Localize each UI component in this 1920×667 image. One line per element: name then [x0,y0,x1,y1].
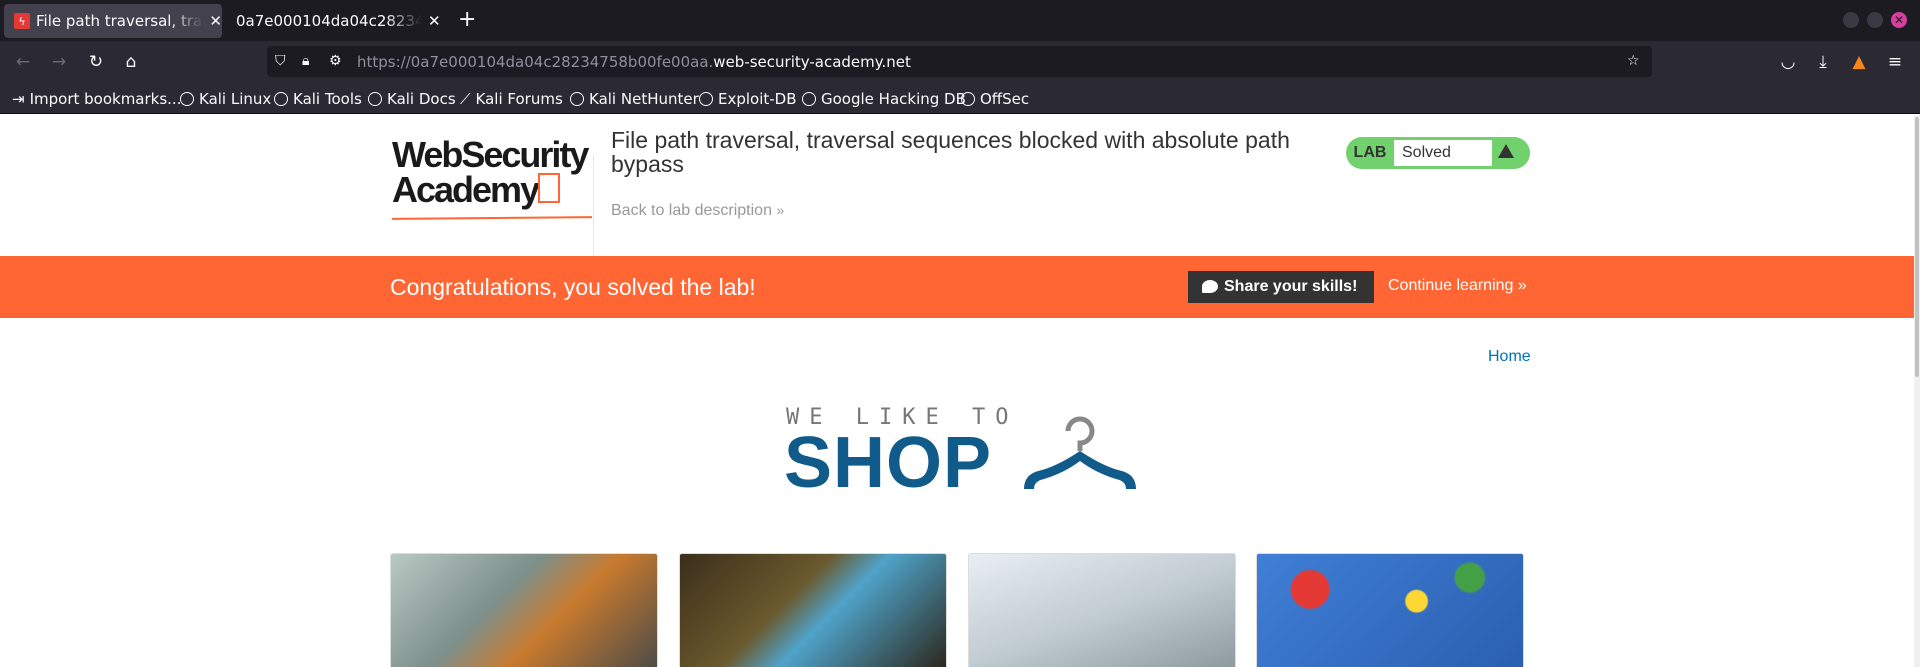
menu-icon[interactable]: ≡ [1884,51,1906,73]
lab-status-widget: LAB Solved [1346,137,1530,169]
maximize-window-icon[interactable] [1867,12,1883,28]
web-page: WebSecurity Academy File path traversal,… [0,115,1920,667]
header-divider [593,155,594,265]
globe-icon [570,92,584,106]
bookmark-kali-nethunter[interactable]: Kali NetHunter [570,90,699,108]
continue-learning-link[interactable]: Continue learning » [1388,276,1527,296]
product-image-hologram[interactable] [679,553,947,667]
logo-bolt-icon [538,173,560,203]
share-skills-button[interactable]: Share your skills! [1188,271,1374,303]
page-scrollbar[interactable] [1914,115,1920,667]
metamask-extension-icon[interactable]: ▲ [1848,51,1870,73]
shop-name: SHOP [784,423,993,503]
bookmark-kali-linux[interactable]: Kali Linux [180,90,271,108]
globe-icon [699,92,713,106]
import-icon: ⇥ [12,90,25,108]
product-image-balloons[interactable] [1256,553,1524,667]
globe-icon [180,92,194,106]
lab-title: File path traversal, traversal sequences… [611,127,1290,177]
permissions-icon[interactable]: ⚙ [329,51,342,71]
forward-arrow-icon[interactable]: → [48,51,70,73]
globe-icon [802,92,816,106]
hanger-icon [1024,416,1136,489]
logo-line2: Academy [392,169,540,210]
lab-tag: LAB [1353,144,1387,161]
address-bar[interactable]: ⛉ 🔒︎ ⚙ https://0a7e000104da04c28234758b0… [267,46,1652,77]
close-tab-icon[interactable]: ✕ [209,12,222,30]
globe-icon [368,92,382,106]
lab-status-text: Solved [1394,140,1492,166]
congratulations-message: Congratulations, you solved the lab! [390,274,756,300]
new-tab-icon[interactable]: + [458,8,476,32]
bookmark-google-hacking-db[interactable]: Google Hacking DB [802,90,966,108]
shop-logo: WE LIKE TO SHOP [780,405,1150,505]
web-security-academy-logo[interactable]: WebSecurity Academy [391,135,593,225]
scrollbar-thumb[interactable] [1915,117,1919,377]
bookmark-kali-tools[interactable]: Kali Tools [274,90,362,108]
flask-icon [1498,144,1514,158]
bookmark-offsec[interactable]: OffSec [961,90,1029,108]
portswigger-favicon-icon: ϟ [14,13,30,29]
bookmark-kali-forums[interactable]: ⟋ Kali Forums [460,90,563,108]
browser-nav-bar: ← → ↻ ⌂ ⛉ 🔒︎ ⚙ https://0a7e000104da04c28… [0,41,1920,84]
bookmark-exploit-db[interactable]: Exploit-DB [699,90,797,108]
tab-title: 0a7e000104da04c28234758b00fe00aa.web-sec… [236,12,422,30]
logo-underline [391,216,593,220]
browser-tab-bar: ϟ File path traversal, traversal sequenc… [0,0,1920,41]
product-image-robot[interactable] [390,553,658,667]
url-text[interactable]: https://0a7e000104da04c28234758b00fe00aa… [357,52,911,72]
tab-site[interactable]: 0a7e000104da04c28234758b00fe00aa.web-sec… [228,4,450,38]
tab-title: File path traversal, traversal sequences… [36,12,203,30]
home-link[interactable]: Home [1488,348,1531,366]
minimize-window-icon[interactable] [1843,12,1859,28]
downloads-icon[interactable]: ⤓ [1812,51,1834,73]
shield-icon[interactable]: ⛉ [275,51,286,71]
bookmark-import[interactable]: ⇥ Import bookmarks... [12,90,181,108]
back-to-lab-description-link[interactable]: Back to lab description » [611,202,784,220]
bookmarks-toolbar: ⇥ Import bookmarks... Kali Linux Kali Too… [0,84,1920,114]
back-arrow-icon[interactable]: ← [12,51,34,73]
globe-icon [274,92,288,106]
product-image-snow-trees[interactable] [968,553,1236,667]
bookmark-kali-docs[interactable]: Kali Docs [368,90,456,108]
lock-icon[interactable]: 🔒︎ [302,51,309,71]
home-icon[interactable]: ⌂ [120,51,142,73]
tab-lab[interactable]: ϟ File path traversal, traversal sequenc… [4,4,222,38]
reload-icon[interactable]: ↻ [85,51,107,73]
pocket-icon[interactable]: ◡ [1777,51,1799,73]
double-chevron-right-icon: » [1517,277,1527,294]
double-chevron-right-icon: » [776,202,785,218]
kali-dragon-icon: ⟋ [460,90,471,108]
twitter-icon [1202,280,1218,293]
globe-icon [961,92,975,106]
close-tab-icon[interactable]: ✕ [428,12,441,30]
congratulations-banner: Congratulations, you solved the lab! Sha… [0,256,1914,318]
close-window-icon[interactable]: ✕ [1891,12,1907,28]
bookmark-star-icon[interactable]: ☆ [1627,51,1640,71]
